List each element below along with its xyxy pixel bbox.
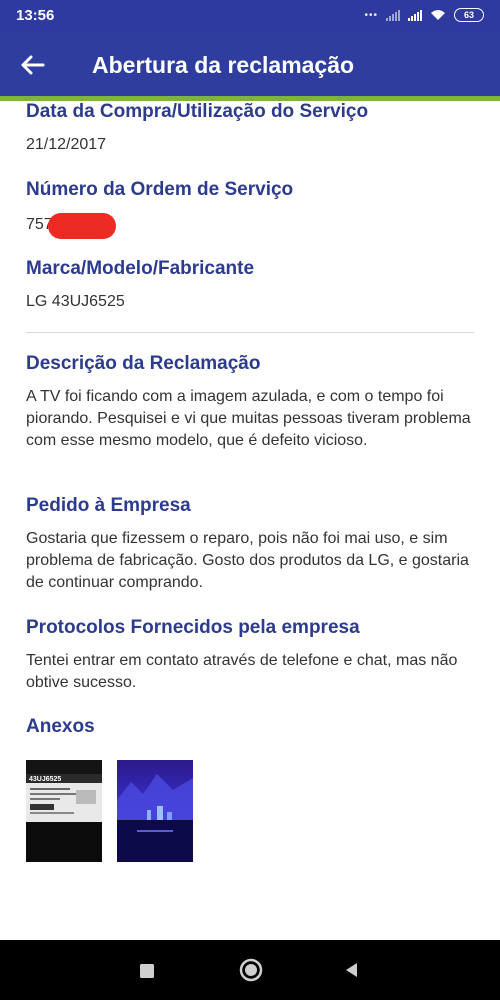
app-bar: Abertura da reclamação bbox=[0, 32, 500, 96]
page-title: Abertura da reclamação bbox=[92, 52, 355, 78]
attachment-thumbnail-screen[interactable] bbox=[117, 760, 193, 862]
battery-icon: 63 bbox=[454, 8, 484, 22]
purchase-date-value: 21/12/2017 bbox=[26, 136, 107, 153]
complaint-description-label: Descrição da Reclamação bbox=[26, 353, 261, 374]
attachment-label-text: 43UJ6525 bbox=[29, 776, 62, 783]
complaint-description-text: A TV foi ficando com a imagem azulada, e… bbox=[26, 388, 471, 449]
brand-model-label: Marca/Modelo/Fabricante bbox=[26, 258, 255, 279]
wifi-icon bbox=[431, 10, 445, 20]
system-nav-bar bbox=[0, 940, 500, 1000]
company-request-label: Pedido à Empresa bbox=[26, 495, 191, 516]
status-icons: ••• 63 bbox=[364, 8, 484, 22]
protocols-text: Tentei entrar em contato através de tele… bbox=[26, 652, 458, 691]
attachment-thumbnail-label[interactable]: 43UJ6525 bbox=[26, 760, 102, 862]
purchase-date-label: Data da Compra/Utilização do Serviço bbox=[26, 101, 369, 122]
triangle-icon[interactable] bbox=[342, 960, 362, 980]
square-icon[interactable] bbox=[137, 961, 157, 981]
arrow-left-icon[interactable] bbox=[18, 50, 48, 80]
attachments-label: Anexos bbox=[26, 716, 95, 737]
signal-icon bbox=[386, 9, 400, 21]
order-number-label: Número da Ordem de Serviço bbox=[26, 179, 294, 200]
brand-model-value: LG 43UJ6525 bbox=[26, 293, 125, 310]
signal-icon-2 bbox=[408, 9, 422, 21]
redaction-mark bbox=[48, 213, 116, 239]
section-divider bbox=[26, 332, 474, 333]
status-bar: 13:56 ••• 63 bbox=[0, 0, 500, 32]
status-time: 13:56 bbox=[16, 7, 55, 24]
more-notifications-icon: ••• bbox=[364, 9, 378, 21]
purchase-date-section: Data da Compra/Utilização do Serviço bbox=[26, 100, 368, 124]
circle-icon[interactable] bbox=[239, 958, 263, 982]
protocols-label: Protocolos Fornecidos pela empresa bbox=[26, 617, 360, 638]
blue-screen-photo bbox=[117, 760, 193, 862]
company-request-text: Gostaria que fizessem o reparo, pois não… bbox=[26, 530, 469, 591]
